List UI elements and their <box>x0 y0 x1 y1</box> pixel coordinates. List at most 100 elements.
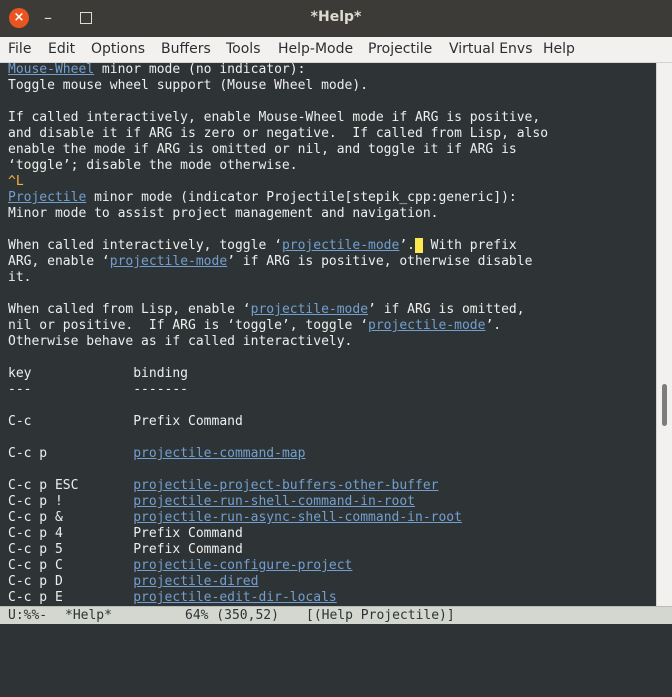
buffer-text-segment: If called interactively, enable Mouse-Wh… <box>8 110 541 125</box>
buffer-text-segment: nil or positive. If ARG is ‘toggle’, tog… <box>8 318 369 333</box>
buffer-line: C-c p D projectile-dired <box>8 574 548 590</box>
buffer-line <box>8 398 548 414</box>
buffer-text-segment: ’. <box>485 318 502 333</box>
menu-bar: File Edit Options Buffers Tools Help-Mod… <box>0 37 672 63</box>
buffer-text-segment: ’. <box>399 238 415 253</box>
title-bar: × – *Help* <box>0 0 672 37</box>
buffer-line: C-c Prefix Command <box>8 414 548 430</box>
scrollbar-thumb[interactable] <box>662 384 667 426</box>
buffer-line: enable the mode if ARG is omitted or nil… <box>8 142 548 158</box>
help-link[interactable]: projectile-command-map <box>133 446 305 461</box>
buffer-line: Mouse-Wheel minor mode (no indicator): <box>8 63 548 78</box>
buffer-text-segment: Toggle mouse wheel support (Mouse Wheel … <box>8 78 369 93</box>
buffer-text-segment: key binding <box>8 366 189 381</box>
buffer-text-segment: and disable it if ARG is zero or negativ… <box>8 126 549 141</box>
buffer-line: When called interactively, toggle ‘proje… <box>8 238 548 254</box>
buffer-line: C-c p 5 Prefix Command <box>8 542 548 558</box>
buffer-line: ARG, enable ‘projectile-mode’ if ARG is … <box>8 254 548 270</box>
modeline-buffer-name: *Help* <box>65 608 112 623</box>
buffer-text-segment: When called from Lisp, enable ‘ <box>8 302 251 317</box>
help-link[interactable]: projectile-mode <box>251 302 368 317</box>
buffer-line <box>8 94 548 110</box>
buffer-text-segment: C-c p D <box>8 574 134 589</box>
buffer-text-segment: C-c p ! <box>8 494 134 509</box>
window-title: *Help* <box>310 9 362 25</box>
menu-help-mode[interactable]: Help-Mode <box>278 41 353 57</box>
help-link[interactable]: projectile-dired <box>133 574 258 589</box>
help-link[interactable]: Projectile <box>8 190 86 205</box>
buffer-text-segment: ’ if ARG is positive, otherwise disable <box>227 254 533 269</box>
buffer-text-segment: minor mode (no indicator): <box>94 63 306 77</box>
buffer-line: C-c p C projectile-configure-project <box>8 558 548 574</box>
buffer-line: C-c p 4 Prefix Command <box>8 526 548 542</box>
modeline-position: 64% (350,52) <box>185 608 279 623</box>
buffer-text-segment: --- ------- <box>8 382 189 397</box>
buffer-text-segment: C-c p 5 Prefix Command <box>8 542 243 557</box>
buffer-line: C-c p & projectile-run-async-shell-comma… <box>8 510 548 526</box>
buffer-text-segment: C-c p <box>8 446 134 461</box>
buffer-line: C-c p ! projectile-run-shell-command-in-… <box>8 494 548 510</box>
buffer-line: C-c p projectile-command-map <box>8 446 548 462</box>
menu-virtual-envs[interactable]: Virtual Envs <box>449 41 533 57</box>
help-link[interactable]: projectile-mode <box>110 254 227 269</box>
help-link[interactable]: projectile-configure-project <box>133 558 352 573</box>
mode-line: U:%%- *Help* 64% (350,52) [(Help Project… <box>0 606 672 625</box>
buffer-text-segment: it. <box>8 270 32 285</box>
help-link[interactable]: projectile-project-buffers-other-buffer <box>133 478 438 493</box>
buffer-text-segment: C-c p E <box>8 590 134 605</box>
menu-tools[interactable]: Tools <box>226 41 261 57</box>
menu-file[interactable]: File <box>8 41 31 57</box>
help-link[interactable]: projectile-edit-dir-locals <box>133 590 337 605</box>
buffer-text-segment: C-c p & <box>8 510 134 525</box>
buffer-line: ^L <box>8 174 548 190</box>
buffer-line: ‘toggle’; disable the mode otherwise. <box>8 158 548 174</box>
buffer-line <box>8 350 548 366</box>
buffer-line: C-c p ESC projectile-project-buffers-oth… <box>8 478 548 494</box>
buffer-text-segment: C-c Prefix Command <box>8 414 243 429</box>
buffer-line: C-c p E projectile-edit-dir-locals <box>8 590 548 606</box>
buffer-text-segment: C-c p C <box>8 558 134 573</box>
menu-options[interactable]: Options <box>91 41 145 57</box>
menu-edit[interactable]: Edit <box>48 41 75 57</box>
buffer-text-segment: With prefix <box>422 238 517 253</box>
buffer-line: nil or positive. If ARG is ‘toggle’, tog… <box>8 318 548 334</box>
buffer-line <box>8 430 548 446</box>
buffer-line: If called interactively, enable Mouse-Wh… <box>8 110 548 126</box>
buffer-line <box>8 286 548 302</box>
buffer-text-segment: enable the mode if ARG is omitted or nil… <box>8 142 517 157</box>
modeline-modes: [(Help Projectile)] <box>306 608 455 623</box>
help-link[interactable]: projectile-run-shell-command-in-root <box>133 494 415 509</box>
help-link[interactable]: Mouse-Wheel <box>8 63 94 77</box>
menu-buffers[interactable]: Buffers <box>161 41 211 57</box>
buffer-text: Mouse-Wheel minor mode (no indicator): To… <box>8 63 548 606</box>
modeline-status: U:%%- <box>8 608 48 623</box>
buffer-text-segment: ’ if ARG is omitted, <box>368 302 525 317</box>
buffer-line: and disable it if ARG is zero or negativ… <box>8 126 548 142</box>
help-link[interactable]: projectile-run-async-shell-command-in-ro… <box>133 510 462 525</box>
buffer-text-segment: C-c p 4 Prefix Command <box>8 526 243 541</box>
menu-projectile[interactable]: Projectile <box>368 41 432 57</box>
buffer-text-segment: Minor mode to assist project management … <box>8 206 439 221</box>
buffer-text-segment: C-c p ESC <box>8 478 134 493</box>
buffer-line <box>8 222 548 238</box>
buffer-line: key binding <box>8 366 548 382</box>
buffer-line: --- ------- <box>8 382 548 398</box>
help-link[interactable]: projectile-mode <box>282 238 399 253</box>
minibuffer[interactable] <box>0 624 672 638</box>
buffer-line: Toggle mouse wheel support (Mouse Wheel … <box>8 78 548 94</box>
help-link[interactable]: projectile-mode <box>368 318 485 333</box>
buffer-line: Otherwise behave as if called interactiv… <box>8 334 548 350</box>
buffer-text-segment: ‘toggle’; disable the mode otherwise. <box>8 158 298 173</box>
buffer-text-segment: minor mode (indicator Projectile[stepik_… <box>86 190 517 205</box>
buffer-line: When called from Lisp, enable ‘projectil… <box>8 302 548 318</box>
buffer-line: it. <box>8 270 548 286</box>
buffer-text-segment: When called interactively, toggle ‘ <box>8 238 282 253</box>
buffer-line: Projectile minor mode (indicator Project… <box>8 190 548 206</box>
page-break-marker: ^L <box>8 174 24 189</box>
help-buffer[interactable]: Mouse-Wheel minor mode (no indicator): To… <box>0 63 656 606</box>
buffer-text-segment: ARG, enable ‘ <box>8 254 110 269</box>
vertical-scrollbar[interactable] <box>656 63 672 606</box>
text-cursor <box>415 238 423 253</box>
buffer-line <box>8 462 548 478</box>
menu-help[interactable]: Help <box>543 41 575 57</box>
